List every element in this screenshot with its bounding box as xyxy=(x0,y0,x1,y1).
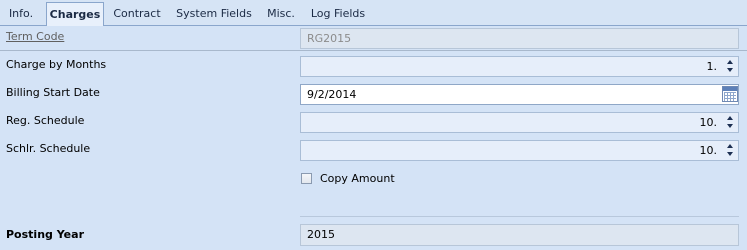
tab-charges[interactable]: Charges xyxy=(46,2,104,26)
calendar-icon[interactable] xyxy=(722,86,738,102)
divider xyxy=(0,50,747,51)
reg-schedule-label: Reg. Schedule xyxy=(6,114,85,127)
charge-by-months-value: 1. xyxy=(706,60,718,73)
tab-info[interactable]: Info. xyxy=(2,3,40,24)
billing-start-date-field[interactable]: 9/2/2014 xyxy=(300,84,739,105)
spinner-arrows-icon[interactable] xyxy=(724,142,736,159)
spinner-arrows-icon[interactable] xyxy=(724,114,736,131)
reg-schedule-field[interactable]: 10. xyxy=(300,112,739,133)
spin-up-icon[interactable] xyxy=(727,116,733,120)
spin-down-icon[interactable] xyxy=(727,68,733,72)
schlr-schedule-field[interactable]: 10. xyxy=(300,140,739,161)
posting-year-label: Posting Year xyxy=(6,228,84,241)
section-divider xyxy=(300,216,739,217)
term-code-field: RG2015 xyxy=(300,28,739,49)
spin-up-icon[interactable] xyxy=(727,144,733,148)
charges-panel: Term Code RG2015 Charge by Months 1. Bil… xyxy=(0,26,747,250)
tab-misc[interactable]: Misc. xyxy=(261,3,301,24)
spin-down-icon[interactable] xyxy=(727,124,733,128)
posting-year-field: 2015 xyxy=(300,224,739,246)
tab-log-fields[interactable]: Log Fields xyxy=(306,3,370,24)
billing-start-date-value: 9/2/2014 xyxy=(307,88,357,101)
spin-down-icon[interactable] xyxy=(727,152,733,156)
copy-amount-checkbox[interactable] xyxy=(301,173,312,184)
schlr-schedule-value: 10. xyxy=(699,144,718,157)
posting-year-value: 2015 xyxy=(307,228,335,241)
schlr-schedule-label: Schlr. Schedule xyxy=(6,142,91,155)
tab-contract[interactable]: Contract xyxy=(108,3,166,24)
calendar-grid xyxy=(724,92,736,101)
charge-by-months-label: Charge by Months xyxy=(6,58,107,71)
charge-by-months-field[interactable]: 1. xyxy=(300,56,739,77)
tab-bar: Info. Charges Contract System Fields Mis… xyxy=(0,0,747,26)
term-code-label[interactable]: Term Code xyxy=(6,30,64,43)
spin-up-icon[interactable] xyxy=(727,60,733,64)
calendar-header xyxy=(723,87,737,91)
copy-amount-label[interactable]: Copy Amount xyxy=(320,172,395,185)
tab-system-fields[interactable]: System Fields xyxy=(172,3,256,24)
reg-schedule-value: 10. xyxy=(699,116,718,129)
spinner-arrows-icon[interactable] xyxy=(724,58,736,75)
billing-start-date-label: Billing Start Date xyxy=(6,86,100,99)
term-code-value: RG2015 xyxy=(307,32,352,45)
